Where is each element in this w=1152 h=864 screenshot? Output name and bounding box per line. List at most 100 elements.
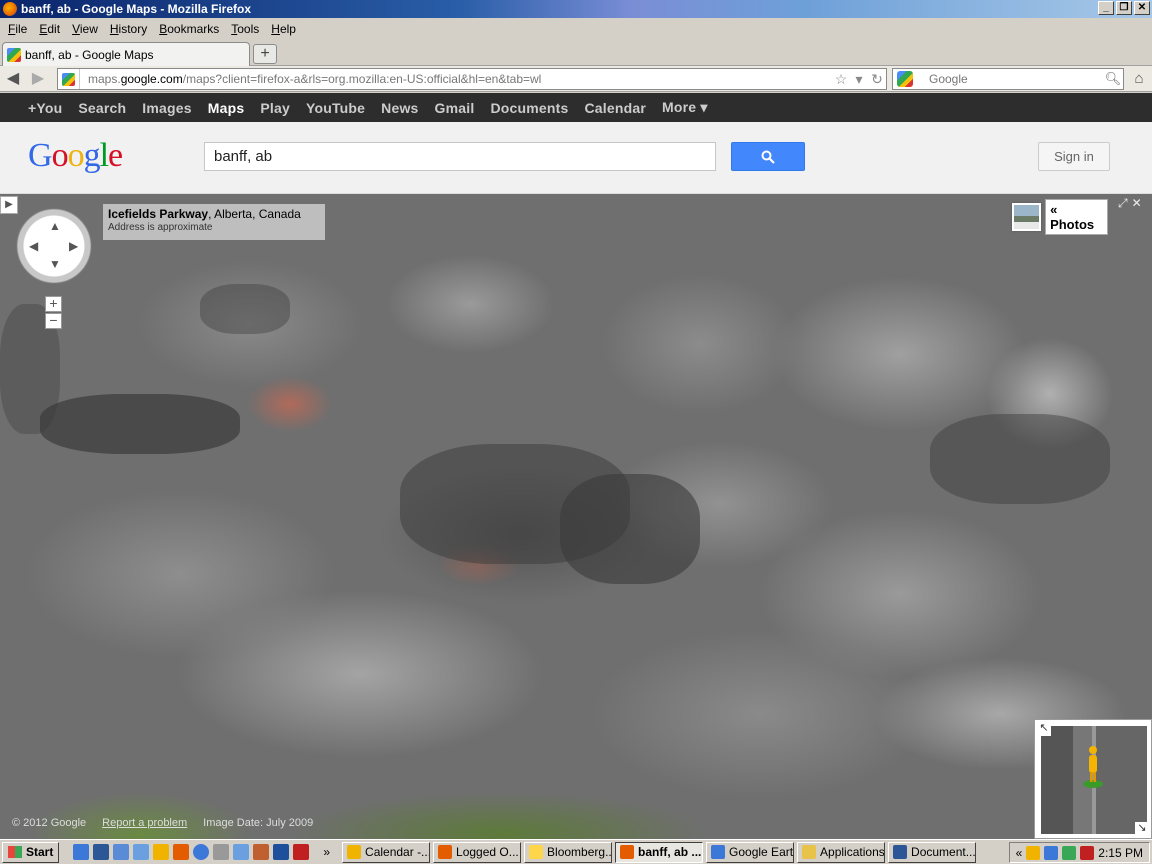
menu-help[interactable]: Help <box>265 22 302 36</box>
taskbar-document[interactable]: Document... <box>888 841 977 863</box>
expand-panel-arrow-icon[interactable]: ▶ <box>0 196 18 214</box>
word-icon <box>893 845 908 859</box>
address-street: Icefields Parkway <box>108 207 209 221</box>
resize-minimap-icon[interactable]: ↘ <box>1135 822 1149 836</box>
media-player-icon[interactable] <box>193 844 210 860</box>
gbar-calendar[interactable]: Calendar <box>585 100 647 116</box>
photos-panel[interactable]: « Photos <box>1012 199 1108 235</box>
gbar-youtube[interactable]: YouTube <box>306 100 365 116</box>
gbar-search[interactable]: Search <box>78 100 126 116</box>
photo-thumbnail[interactable] <box>1012 203 1042 231</box>
gbar-more[interactable]: More ▾ <box>662 99 708 116</box>
pan-up-icon[interactable]: ▲ <box>49 219 61 233</box>
reload-icon[interactable]: ↻ <box>868 71 886 88</box>
forward-arrow-icon[interactable]: ▶ <box>28 69 48 89</box>
network-icon[interactable] <box>233 844 250 860</box>
search-icon[interactable]: 🔍︎ <box>1103 71 1123 87</box>
restore-button[interactable]: ❐ <box>1116 1 1132 15</box>
url-dropdown-icon[interactable]: ▾ <box>850 71 868 88</box>
photos-label[interactable]: « Photos <box>1045 199 1108 235</box>
gbar-news[interactable]: News <box>381 100 418 116</box>
expand-minimap-icon[interactable]: ↖ <box>1037 722 1051 736</box>
browser-search-placeholder: Google <box>929 72 968 86</box>
pan-right-icon[interactable]: ▶ <box>69 239 78 253</box>
menu-history[interactable]: History <box>104 22 153 36</box>
taskbar-bloomberg[interactable]: Bloomberg... <box>524 841 613 863</box>
quick-launch-chevron[interactable]: » <box>323 845 330 859</box>
maps-search-input[interactable]: banff, ab <box>204 142 716 171</box>
gbar-images[interactable]: Images <box>142 100 191 116</box>
gbar-play[interactable]: Play <box>260 100 290 116</box>
taskbar-logged-out[interactable]: Logged O... <box>433 841 522 863</box>
menu-bar: File Edit View History Bookmarks Tools H… <box>0 18 1152 39</box>
report-problem-link[interactable]: Report a problem <box>102 817 187 829</box>
street-view-panorama[interactable]: ▶ ▲ ▼ ◀ ▶ Icefields Parkway, Alberta, Ca… <box>0 194 1152 839</box>
pan-down-icon[interactable]: ▼ <box>49 257 61 271</box>
menu-bookmarks[interactable]: Bookmarks <box>153 22 225 36</box>
clock-icon[interactable] <box>153 844 170 860</box>
tray-network-icon[interactable] <box>1062 845 1077 860</box>
gbar-maps[interactable]: Maps <box>208 100 245 116</box>
tray-clock: 2:15 PM <box>1098 845 1143 860</box>
sign-in-button[interactable]: Sign in <box>1038 142 1110 171</box>
system-tray: « 2:15 PM <box>1008 842 1150 863</box>
taskbar-banff-maps[interactable]: banff, ab ... <box>615 841 704 863</box>
pegman-icon[interactable] <box>1083 744 1103 790</box>
home-icon[interactable]: ⌂ <box>1129 70 1149 88</box>
search-engine-icon[interactable] <box>897 71 913 87</box>
toolbox-icon[interactable] <box>253 844 270 860</box>
ie-icon[interactable] <box>73 844 90 860</box>
back-arrow-icon[interactable]: ◀ <box>3 69 23 89</box>
zoom-out-button[interactable]: − <box>45 313 62 329</box>
minimize-button[interactable]: _ <box>1098 1 1114 15</box>
site-identity-icon[interactable] <box>58 69 80 89</box>
maps-header: Google banff, ab Sign in <box>0 122 1152 194</box>
tray-clock-icon[interactable] <box>1026 845 1041 860</box>
browser-search-box[interactable]: Google 🔍︎ <box>892 68 1124 90</box>
folder-icon[interactable] <box>213 844 230 860</box>
pan-control[interactable]: ▲ ▼ ◀ ▶ <box>16 208 92 284</box>
new-tab-button[interactable]: + <box>253 44 277 64</box>
menu-tools[interactable]: Tools <box>225 22 265 36</box>
gbar-gmail[interactable]: Gmail <box>435 100 475 116</box>
url-bar[interactable]: maps.google.com/maps?client=firefox-a&rl… <box>57 68 887 90</box>
taskbar-calendar[interactable]: Calendar -... <box>342 841 431 863</box>
quick-launch: » <box>73 844 330 860</box>
zoom-in-button[interactable]: + <box>45 296 62 312</box>
google-logo[interactable]: Google <box>28 137 123 175</box>
taskbar-google-earth[interactable]: Google Earth <box>706 841 795 863</box>
window-titlebar: banff, ab - Google Maps - Mozilla Firefo… <box>0 0 1152 18</box>
close-window-button[interactable]: ✕ <box>1134 1 1150 15</box>
menu-view[interactable]: View <box>66 22 104 36</box>
start-button[interactable]: Start <box>2 841 60 863</box>
thesaurus-icon[interactable] <box>273 844 290 860</box>
calculator-icon[interactable] <box>133 844 150 860</box>
tray-shield-icon[interactable] <box>1044 845 1059 860</box>
bookmark-star-icon[interactable]: ☆ <box>832 71 850 88</box>
gbar-you[interactable]: +You <box>28 100 62 116</box>
firefox-quicklaunch-icon[interactable] <box>173 844 190 860</box>
tray-security-icon[interactable] <box>1080 845 1095 860</box>
address-note: Address is approximate <box>108 222 213 233</box>
menu-edit[interactable]: Edit <box>33 22 66 36</box>
image-date-text: Image Date: July 2009 <box>203 817 314 829</box>
windows-logo-icon <box>8 846 22 858</box>
taskbar-applications[interactable]: Applications <box>797 841 886 863</box>
tab-google-maps[interactable]: banff, ab - Google Maps <box>2 42 250 66</box>
firefox-icon <box>438 845 453 859</box>
tab-label: banff, ab - Google Maps <box>25 47 154 62</box>
gbar-documents[interactable]: Documents <box>490 100 568 116</box>
menu-file[interactable]: File <box>2 22 33 36</box>
folder-icon <box>802 845 817 859</box>
close-icon[interactable]: ✕ <box>1132 196 1142 211</box>
fullscreen-icon[interactable]: ⤢ <box>1118 196 1128 211</box>
pan-left-icon[interactable]: ◀ <box>29 239 38 253</box>
az-dictionary-icon[interactable] <box>293 844 310 860</box>
address-region: , Alberta, Canada <box>208 207 301 221</box>
ie-alt-icon[interactable] <box>113 844 130 860</box>
url-text[interactable]: maps.google.com/maps?client=firefox-a&rl… <box>80 72 832 86</box>
maps-search-button[interactable] <box>731 142 805 171</box>
tray-chevron[interactable]: « <box>1016 846 1023 860</box>
street-view-minimap[interactable]: ↖ ↘ <box>1034 719 1152 839</box>
word-icon[interactable] <box>93 844 110 860</box>
